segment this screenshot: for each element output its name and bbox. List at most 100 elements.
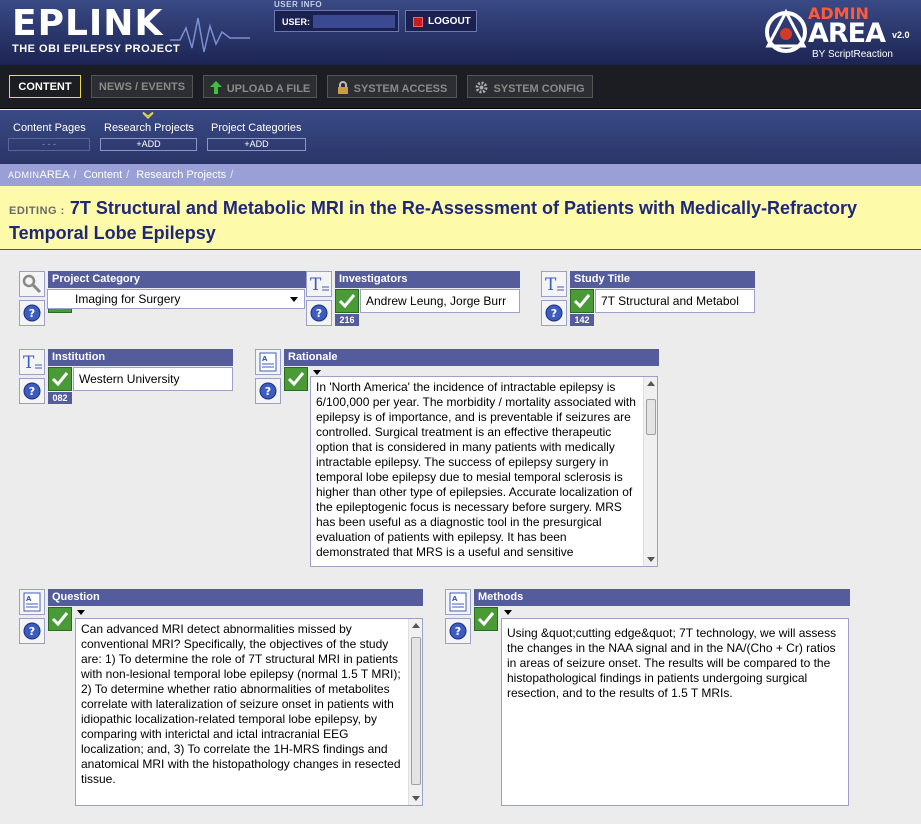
user-box: USER: [274,10,399,32]
valid-check-icon [48,607,72,631]
gear-icon [475,81,488,94]
expand-toggle-icon[interactable] [313,370,321,375]
valid-check-icon [284,367,308,391]
scroll-up-icon[interactable] [647,381,655,386]
char-count-badge: 142 [570,314,594,326]
project-category-select[interactable]: Imaging for Surgery [47,289,305,309]
field-question: A ? Question Can advanced MRI detect abn… [19,589,427,807]
scroll-thumb[interactable] [411,637,421,785]
field-label: Methods [474,589,850,606]
expand-toggle-icon[interactable] [77,610,85,615]
field-type-icon: A [255,349,281,375]
breadcrumb-brand-big: AREA [39,169,70,181]
chevron-down-icon [290,297,298,302]
valid-check-icon [474,607,498,631]
field-type-icon: T [306,271,332,297]
scroll-down-icon[interactable] [647,557,655,562]
subnav-research-projects[interactable]: Research Projects [104,122,194,134]
logo-main-text: EPLINK [12,3,164,44]
wrench-icon [22,274,42,294]
svg-text:?: ? [316,307,322,320]
admin-area-logo: ADMIN AREA v2.0 BY ScriptReaction [764,4,914,62]
user-info-caption: USER INFO [274,0,323,9]
field-institution: T ? Institution Western University 082 [19,349,234,405]
project-title: 7T Structural and Metabolic MRI in the R… [9,198,858,243]
user-info-panel: USER INFO USER: LOGOUT [274,0,477,32]
subnav-project-categories[interactable]: Project Categories [211,122,302,134]
scrollbar[interactable] [408,619,422,805]
editing-title-bar: EDITING : 7T Structural and Metabolic MR… [0,186,921,250]
admin-logo-version: v2.0 [892,30,910,40]
svg-text:A: A [262,355,268,363]
help-icon: ? [310,304,328,322]
methods-text: Using &quot;cutting edge&quot; 7T techno… [507,626,837,700]
svg-text:T: T [23,353,35,373]
field-project-category: ? Project Category Imaging for Surgery [19,271,306,327]
methods-textarea[interactable]: Using &quot;cutting edge&quot; 7T techno… [501,618,849,806]
add-research-project-button[interactable]: +ADD [100,138,197,151]
study-title-input[interactable]: 7T Structural and Metabol [595,289,755,313]
question-textarea[interactable]: Can advanced MRI detect abnormalities mi… [75,618,423,806]
svg-text:A: A [452,595,458,603]
project-category-value: Imaging for Surgery [75,292,181,306]
nav-system-config[interactable]: SYSTEM CONFIG [467,75,593,98]
editing-label: EDITING : [9,205,65,217]
eplink-logo[interactable]: EPLINK THE OBI EPILEPSY PROJECT [12,3,180,56]
help-button[interactable]: ? [255,378,281,404]
svg-text:?: ? [29,385,35,398]
lock-icon [337,81,348,94]
help-button[interactable]: ? [306,300,332,326]
add-project-category-button[interactable]: +ADD [207,138,306,151]
subnav-content-pages[interactable]: Content Pages [13,122,86,134]
char-count-badge: 216 [335,314,359,326]
nav-system-config-label: SYSTEM CONFIG [493,83,585,95]
help-button[interactable]: ? [445,618,471,644]
user-label: USER: [282,17,311,27]
breadcrumb-item-content[interactable]: Content [84,169,123,181]
waveform-icon [170,17,250,53]
active-section-caret-icon [142,112,154,120]
nav-content[interactable]: CONTENT [9,75,81,98]
user-name-redacted [313,15,395,28]
breadcrumb-separator: / [73,169,77,181]
subnav-content-pages-action: - - - [8,138,90,151]
app-header: EPLINK THE OBI EPILEPSY PROJECT USER INF… [0,0,921,65]
scroll-up-icon[interactable] [412,623,420,628]
field-type-icon [19,271,45,297]
scroll-down-icon[interactable] [412,796,420,801]
help-icon: ? [449,622,467,640]
field-label: Institution [48,349,233,366]
nav-system-access[interactable]: SYSTEM ACCESS [327,75,457,98]
scrollbar[interactable] [643,377,657,566]
expand-toggle-icon[interactable] [504,610,512,615]
char-count-badge: 082 [48,392,72,404]
field-type-icon: T [541,271,567,297]
scroll-thumb[interactable] [646,399,656,435]
breadcrumb-brand-small: ADMIN [8,170,40,180]
help-button[interactable]: ? [19,300,45,326]
investigators-input[interactable]: Andrew Leung, Jorge Burr [360,289,520,313]
sub-nav: Content Pages - - - Research Projects +A… [0,110,921,164]
help-icon: ? [545,304,563,322]
svg-text:?: ? [265,385,271,398]
breadcrumb-item-research-projects[interactable]: Research Projects [136,169,226,181]
rationale-text: In 'North America' the incidence of intr… [316,380,636,559]
valid-check-icon [48,367,72,391]
breadcrumb: ADMINAREA / Content / Research Projects / [0,164,921,186]
help-icon: ? [23,304,41,322]
help-button[interactable]: ? [19,618,45,644]
help-button[interactable]: ? [19,378,45,404]
help-button[interactable]: ? [541,300,567,326]
logout-icon [413,17,423,27]
nav-upload-file-label: UPLOAD A FILE [226,83,311,95]
field-type-icon: A [19,589,45,615]
field-label: Question [48,589,423,606]
breadcrumb-home[interactable]: ADMINAREA [8,169,69,181]
admin-logo-main: AREA [808,18,886,49]
logout-button[interactable]: LOGOUT [405,10,477,32]
rationale-textarea[interactable]: In 'North America' the incidence of intr… [310,376,658,567]
field-label: Investigators [335,271,520,288]
nav-upload-file[interactable]: UPLOAD A FILE [203,75,317,98]
nav-news-events[interactable]: NEWS / EVENTS [91,75,193,98]
institution-input[interactable]: Western University [73,367,233,391]
